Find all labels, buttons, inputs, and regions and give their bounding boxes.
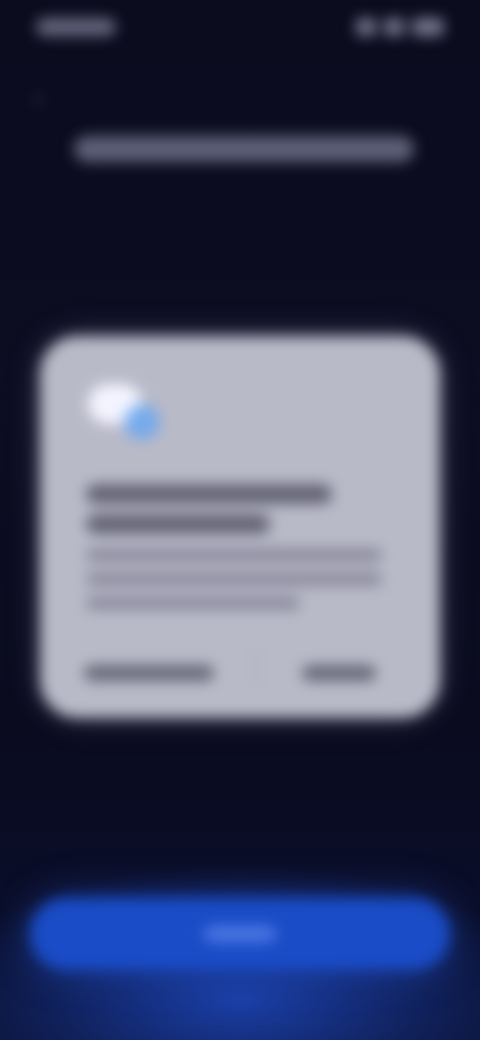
dialog-primary-button-bar bbox=[302, 664, 376, 681]
dialog-card bbox=[40, 336, 440, 718]
page-title-text bbox=[74, 136, 414, 162]
bottom-primary-button-label bbox=[30, 898, 450, 970]
cloud-sync-icon bbox=[88, 384, 168, 448]
blurred-screen: ‹ bbox=[0, 0, 480, 1040]
status-time bbox=[36, 18, 116, 36]
dialog-secondary-button[interactable] bbox=[84, 648, 214, 686]
battery-icon bbox=[412, 18, 444, 36]
sync-ring-shape bbox=[124, 404, 160, 440]
dialog-body-line-1 bbox=[86, 548, 382, 562]
dialog-body-line-2 bbox=[86, 572, 382, 586]
dialog-title-line-1 bbox=[86, 484, 332, 504]
dialog-secondary-button-bar bbox=[84, 664, 214, 681]
back-arrow-icon[interactable]: ‹ bbox=[34, 87, 56, 111]
dialog-button-divider bbox=[256, 646, 258, 686]
dialog-primary-button[interactable] bbox=[302, 648, 376, 686]
page-title bbox=[74, 136, 414, 162]
wifi-icon bbox=[384, 18, 404, 36]
bottom-primary-button[interactable] bbox=[30, 898, 450, 970]
status-icons bbox=[354, 18, 444, 36]
dialog-body-line-3 bbox=[86, 596, 300, 610]
signal-icon bbox=[356, 18, 376, 36]
status-bar bbox=[0, 0, 480, 56]
dialog-title-line-2 bbox=[86, 514, 270, 534]
dialog-actions bbox=[40, 636, 440, 696]
